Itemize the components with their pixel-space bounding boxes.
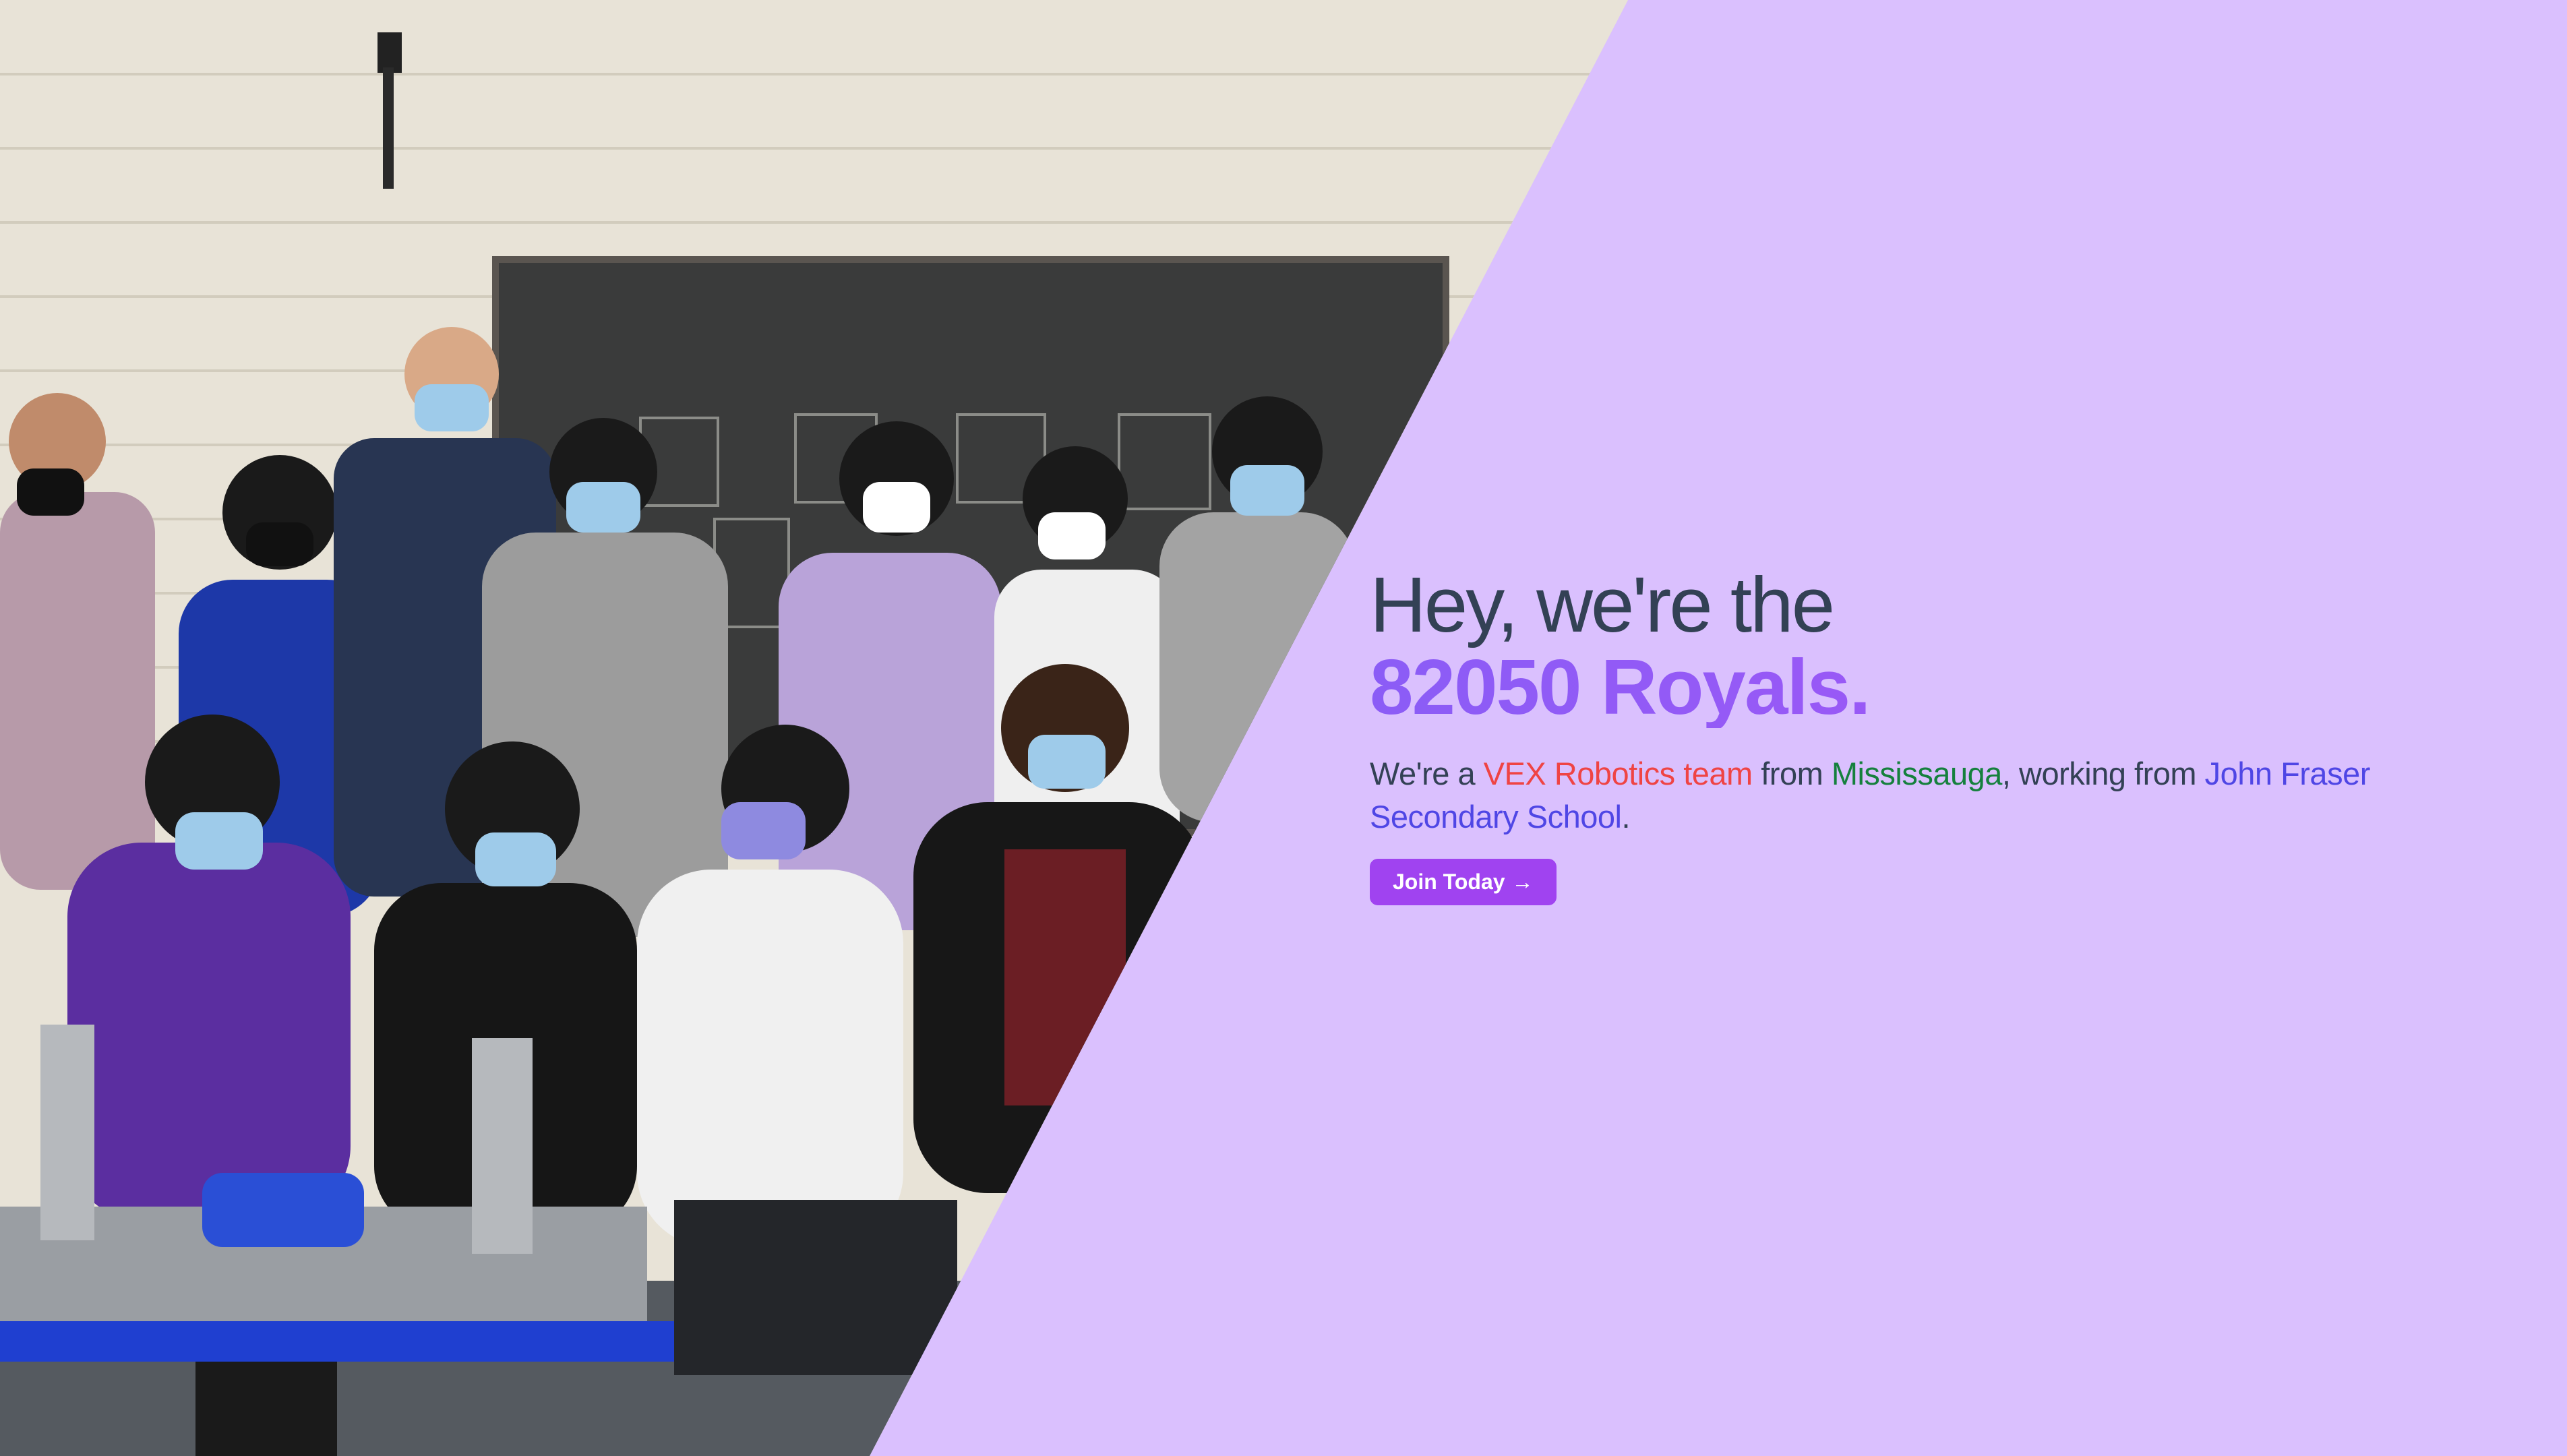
- city-highlight: Mississauga: [1831, 756, 2003, 791]
- hero-headline: Hey, we're the 82050 Royals.: [1370, 564, 2421, 728]
- hero-description: We're a VEX Robotics team from Mississau…: [1370, 752, 2421, 839]
- hero-section: Hey, we're the 82050 Royals. We're a VEX…: [0, 0, 2567, 1456]
- desc-mid1: from: [1752, 756, 1832, 791]
- arrow-right-icon: →: [1511, 870, 1534, 894]
- join-today-label: Join Today: [1393, 870, 1505, 894]
- join-today-button[interactable]: Join Today →: [1370, 859, 1557, 905]
- team-name-highlight: 82050 Royals.: [1370, 646, 2421, 728]
- desc-mid2: , working from: [2001, 756, 2205, 791]
- desc-suffix: .: [1621, 799, 1631, 835]
- hero-content: Hey, we're the 82050 Royals. We're a VEX…: [1370, 564, 2421, 905]
- desc-prefix: We're a: [1370, 756, 1484, 791]
- team-type-highlight: VEX Robotics team: [1483, 756, 1753, 791]
- headline-intro: Hey, we're the: [1370, 561, 1835, 648]
